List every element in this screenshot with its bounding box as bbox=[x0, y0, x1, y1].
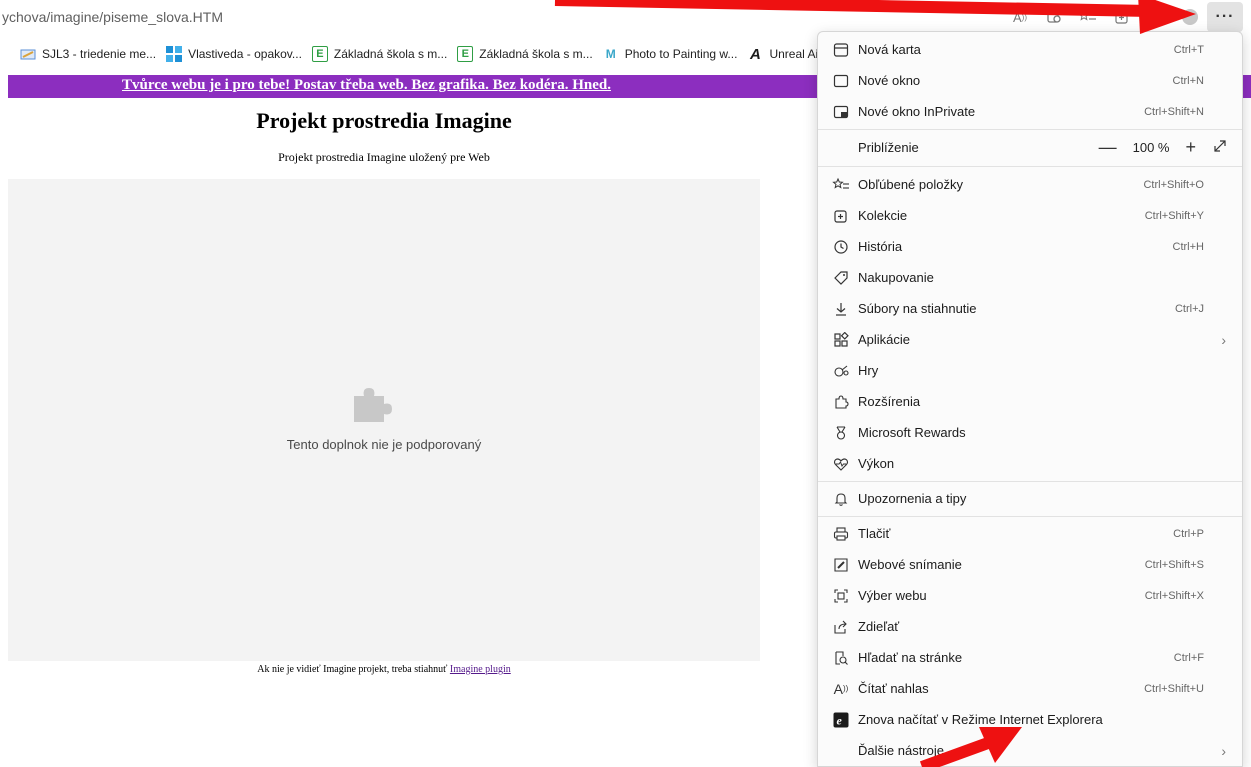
menu-item-favorites[interactable]: Obľúbené položky Ctrl+Shift+O bbox=[818, 169, 1242, 200]
printer-icon bbox=[832, 525, 850, 543]
find-icon bbox=[832, 649, 850, 667]
history-icon bbox=[832, 238, 850, 256]
imagine-plugin-link[interactable]: Imagine plugin bbox=[450, 664, 511, 675]
menu-item-web-capture[interactable]: Webové snímanie Ctrl+Shift+S bbox=[818, 549, 1242, 580]
footer-note: Ak nie je vidieť Imagine projekt, treba … bbox=[257, 664, 511, 675]
menu-item-inprivate-window[interactable]: Nové okno InPrivate Ctrl+Shift+N bbox=[818, 96, 1242, 127]
read-aloud-icon[interactable]: A)) bbox=[1003, 2, 1037, 32]
menu-item-downloads[interactable]: Súbory na stiahnutie Ctrl+J bbox=[818, 293, 1242, 324]
menu-item-extensions[interactable]: Rozšírenia bbox=[818, 386, 1242, 417]
new-tab-icon bbox=[832, 41, 850, 59]
menu-item-new-tab[interactable]: Nová karta Ctrl+T bbox=[818, 34, 1242, 65]
zoom-value: 100 % bbox=[1132, 140, 1170, 155]
menu-separator bbox=[818, 166, 1242, 167]
rewards-icon bbox=[832, 424, 850, 442]
share-icon bbox=[832, 618, 850, 636]
games-icon bbox=[832, 362, 850, 380]
menu-item-print[interactable]: Tlačiť Ctrl+P bbox=[818, 518, 1242, 549]
menu-separator bbox=[818, 516, 1242, 517]
menu-item-apps[interactable]: Aplikácie › bbox=[818, 324, 1242, 355]
bookmark-item[interactable]: E Základná škola s m... bbox=[311, 46, 447, 62]
a-icon: A bbox=[750, 45, 761, 63]
chevron-right-icon: › bbox=[1221, 331, 1226, 348]
internet-explorer-icon: e bbox=[832, 711, 850, 729]
chevron-right-icon: › bbox=[1221, 742, 1226, 759]
puzzle-piece-icon bbox=[350, 382, 396, 431]
page-subtitle: Projekt prostredia Imagine uložený pre W… bbox=[278, 150, 490, 164]
profile-icon[interactable] bbox=[1173, 2, 1207, 32]
menu-item-performance[interactable]: Výkon bbox=[818, 448, 1242, 479]
bookmark-item[interactable]: SJL3 - triedenie me... bbox=[20, 46, 156, 62]
download-icon bbox=[832, 300, 850, 318]
performance-heart-icon bbox=[832, 455, 850, 473]
extensions-icon bbox=[832, 393, 850, 411]
menu-item-ie-mode[interactable]: e Znova načítať v Režime Internet Explor… bbox=[818, 704, 1242, 735]
menu-item-shopping[interactable]: Nakupovanie bbox=[818, 262, 1242, 293]
pencil-icon bbox=[20, 46, 36, 62]
plugin-placeholder: Tento doplnok nie je podporovaný bbox=[8, 179, 760, 661]
menu-separator bbox=[818, 129, 1242, 130]
menu-item-history[interactable]: História Ctrl+H bbox=[818, 231, 1242, 262]
fullscreen-icon[interactable] bbox=[1212, 138, 1228, 157]
settings-menu-button[interactable]: ··· bbox=[1207, 2, 1243, 32]
menu-item-share[interactable]: Zdieľať bbox=[818, 611, 1242, 642]
window-icon bbox=[832, 72, 850, 90]
favorites-icon[interactable] bbox=[1071, 2, 1105, 32]
menu-item-collections[interactable]: Kolekcie Ctrl+Shift+Y bbox=[818, 200, 1242, 231]
menu-item-new-window[interactable]: Nové okno Ctrl+N bbox=[818, 65, 1242, 96]
promo-link[interactable]: Tvůrce webu je i pro tebe! Postav třeba … bbox=[122, 77, 611, 94]
collections-icon[interactable] bbox=[1105, 2, 1139, 32]
menu-item-more-tools[interactable]: Ďalšie nástroje › bbox=[818, 735, 1242, 766]
menu-item-web-select[interactable]: Výber webu Ctrl+Shift+X bbox=[818, 580, 1242, 611]
zoom-controls: — 100 % + bbox=[1099, 137, 1228, 158]
web-capture-icon bbox=[832, 556, 850, 574]
menu-item-zoom: Priblíženie — 100 % + bbox=[818, 132, 1242, 163]
bookmark-item[interactable]: Vlastiveda - opakov... bbox=[166, 46, 302, 62]
bookmark-item[interactable]: A Unreal Ai bbox=[747, 45, 818, 63]
menu-item-find-on-page[interactable]: Hľadať na stránke Ctrl+F bbox=[818, 642, 1242, 673]
menu-item-read-aloud[interactable]: A)) Čítať nahlas Ctrl+Shift+U bbox=[818, 673, 1242, 704]
plugin-unsupported-message: Tento doplnok nie je podporovaný bbox=[286, 437, 482, 452]
menu-item-rewards[interactable]: Microsoft Rewards bbox=[818, 417, 1242, 448]
tag-icon bbox=[832, 269, 850, 287]
apps-icon bbox=[832, 331, 850, 349]
inprivate-icon bbox=[832, 103, 850, 121]
copilot-icon[interactable] bbox=[1139, 2, 1173, 32]
zoom-out-button[interactable]: — bbox=[1099, 137, 1117, 158]
read-aloud-icon: A)) bbox=[833, 680, 849, 697]
settings-menu: Nová karta Ctrl+T Nové okno Ctrl+N Nové … bbox=[817, 31, 1243, 767]
url-text[interactable]: ychova/imagine/piseme_slova.HTM bbox=[0, 9, 223, 25]
m-icon: M bbox=[605, 47, 616, 61]
menu-item-games[interactable]: Hry bbox=[818, 355, 1242, 386]
bookmark-item[interactable]: E Základná škola s m... bbox=[457, 46, 593, 62]
e-icon: E bbox=[311, 46, 328, 62]
page-title: Projekt prostredia Imagine bbox=[256, 108, 512, 133]
grid-icon bbox=[166, 46, 183, 62]
menu-separator bbox=[818, 481, 1242, 482]
tab-action-icon[interactable] bbox=[1037, 2, 1071, 32]
collections-icon bbox=[832, 207, 850, 225]
favorites-icon bbox=[832, 176, 850, 194]
web-select-icon bbox=[832, 587, 850, 605]
svg-text:e: e bbox=[837, 713, 843, 727]
address-bar[interactable]: ychova/imagine/piseme_slova.HTM A)) ··· bbox=[0, 0, 1251, 34]
e-icon: E bbox=[457, 46, 474, 62]
toolbar-icons: A)) ··· bbox=[1003, 0, 1251, 34]
bell-icon bbox=[832, 490, 850, 508]
menu-item-notifications[interactable]: Upozornenia a tipy bbox=[818, 483, 1242, 514]
bookmark-item[interactable]: M Photo to Painting w... bbox=[603, 46, 738, 62]
zoom-in-button[interactable]: + bbox=[1185, 137, 1196, 158]
